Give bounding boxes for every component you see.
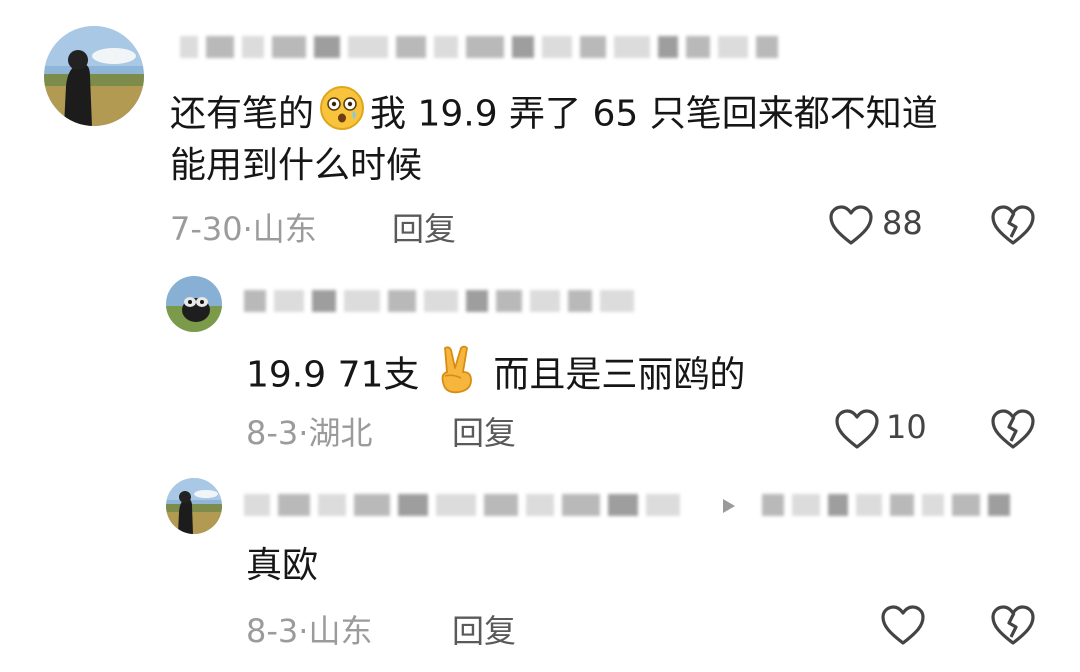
comment-location: 山东: [308, 612, 373, 650]
reply-button[interactable]: 回复: [452, 408, 516, 454]
meta-separator: ·: [298, 612, 309, 650]
comment-text-part: 我 19.9 弄了 65 只笔回来都不知道: [370, 93, 938, 135]
comment-text-line2: 能用到什么时候: [170, 145, 423, 186]
like-count: 88: [882, 204, 923, 242]
comment-text-part: 而且是三丽鸥的: [493, 354, 746, 396]
reply-to-username-blurred[interactable]: [762, 494, 1010, 516]
anguished-face-emoji-icon: [318, 84, 366, 147]
comment-location: 湖北: [308, 414, 373, 452]
victory-hand-emoji-icon: [433, 344, 479, 409]
reply-button[interactable]: 回复: [452, 606, 516, 652]
meta-separator: ·: [242, 210, 253, 248]
like-count: 10: [886, 408, 927, 446]
like-heart-icon[interactable]: [834, 408, 880, 450]
comment-text-part: 还有笔的: [170, 93, 315, 135]
meta-separator: ·: [298, 414, 309, 452]
dislike-broken-heart-icon[interactable]: [990, 204, 1036, 246]
username-blurred[interactable]: [244, 494, 680, 516]
comment-meta: 8-3·山东: [246, 606, 372, 652]
comment-date: 7-30: [170, 210, 243, 248]
like-heart-icon[interactable]: [880, 604, 926, 646]
comment-text: 19.9 71支 而且是三丽鸥的: [246, 344, 745, 409]
comment-date: 8-3: [246, 414, 299, 452]
comment-text: 真欧: [246, 545, 319, 586]
dislike-broken-heart-icon[interactable]: [990, 604, 1036, 646]
avatar[interactable]: [166, 276, 222, 332]
username-blurred[interactable]: [180, 36, 778, 58]
comment-location: 山东: [252, 210, 317, 248]
dislike-broken-heart-icon[interactable]: [990, 408, 1036, 450]
comment-date: 8-3: [246, 612, 299, 650]
comment-text-part: 19.9 71支: [246, 354, 420, 396]
comment-text: 还有笔的 我 19.9 弄了 65 只笔回来都不知道: [170, 84, 938, 147]
comment-meta: 8-3·湖北: [246, 408, 372, 454]
avatar[interactable]: [166, 478, 222, 534]
reply-button[interactable]: 回复: [392, 204, 456, 250]
like-heart-icon[interactable]: [828, 204, 874, 246]
username-blurred[interactable]: [244, 290, 634, 312]
comment-meta: 7-30·山东: [170, 204, 317, 250]
avatar[interactable]: [44, 26, 144, 126]
reply-arrow-icon: [722, 498, 736, 514]
